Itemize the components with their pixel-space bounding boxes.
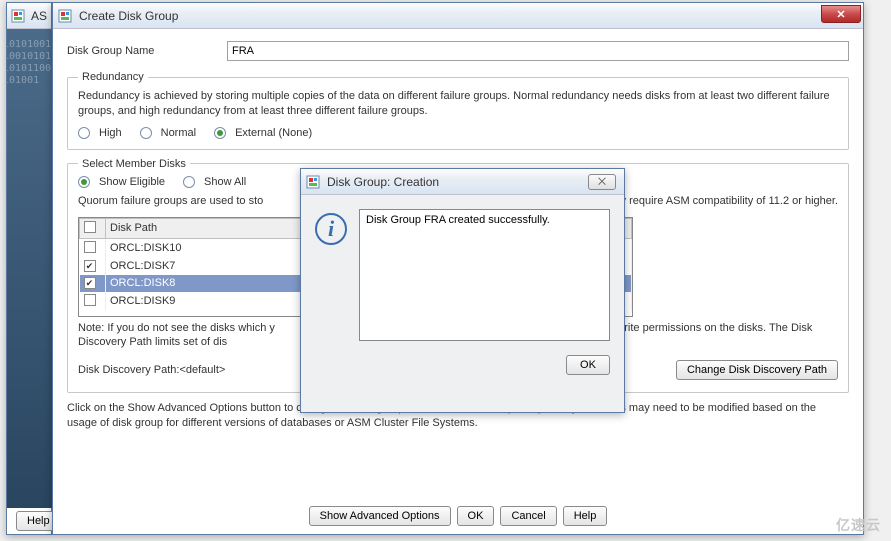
row-checkbox[interactable] [84,241,96,253]
dialog-titlebar: Disk Group: Creation ⨉ [301,169,624,195]
button-bar: Show Advanced Options OK Cancel Help [53,506,863,526]
titlebar: Create Disk Group ✕ [53,3,863,29]
row-checkbox[interactable] [84,277,96,289]
dialog-close-button[interactable]: ⨉ [588,174,616,190]
show-all-radio[interactable] [183,176,195,188]
show-all-label: Show All [204,176,246,188]
redundancy-legend: Redundancy [78,71,148,83]
redundancy-normal-label: Normal [161,127,196,139]
row-checkbox[interactable] [84,260,96,272]
close-icon: ⨉ [598,177,606,188]
disk-discovery-path-label: Disk Discovery Path:<default> [78,364,225,376]
disk-group-name-label: Disk Group Name [67,45,227,57]
redundancy-high-radio[interactable] [78,127,90,139]
dialog-title: Disk Group: Creation [327,175,439,189]
change-discovery-path-button[interactable]: Change Disk Discovery Path [676,360,838,380]
redundancy-normal-radio[interactable] [140,127,152,139]
redundancy-external-label: External (None) [235,127,312,139]
app-icon [305,174,321,190]
window-close-button[interactable]: ✕ [821,5,861,23]
show-eligible-label: Show Eligible [99,176,165,188]
redundancy-description: Redundancy is achieved by storing multip… [78,89,838,119]
redundancy-high-label: High [99,127,122,139]
header-checkbox[interactable] [84,221,96,233]
help-button[interactable]: Help [563,506,608,526]
redundancy-fieldset: Redundancy Redundancy is achieved by sto… [67,71,849,150]
cancel-button[interactable]: Cancel [500,506,556,526]
redundancy-external-radio[interactable] [214,127,226,139]
outer-title: AS [31,9,47,23]
info-icon: i [315,213,347,245]
dialog-ok-button[interactable]: OK [566,355,610,375]
app-icon [11,8,25,24]
dialog-message: Disk Group FRA created successfully. [359,209,610,341]
select-member-legend: Select Member Disks [78,158,190,170]
show-eligible-radio[interactable] [78,176,90,188]
close-icon: ✕ [836,8,845,21]
show-advanced-options-button[interactable]: Show Advanced Options [309,506,451,526]
window-title: Create Disk Group [79,9,178,23]
row-checkbox[interactable] [84,294,96,306]
outer-window: AS [6,2,52,535]
app-icon [57,8,73,24]
outer-titlebar: AS [7,3,51,29]
ok-button[interactable]: OK [457,506,495,526]
dialog-body: i Disk Group FRA created successfully. [301,195,624,355]
creation-dialog: Disk Group: Creation ⨉ i Disk Group FRA … [300,168,625,413]
disk-group-name-input[interactable] [227,41,849,61]
watermark: 亿速云 [836,515,881,535]
